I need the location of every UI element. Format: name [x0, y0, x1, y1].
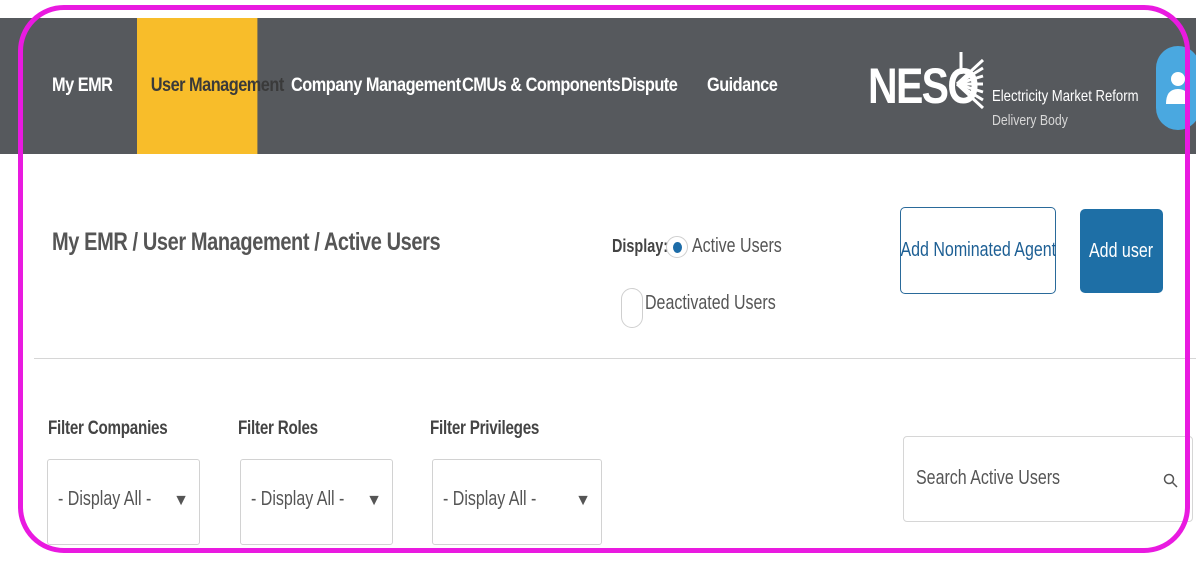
select-value: - Display All - [251, 488, 345, 510]
nav-item-user-management[interactable]: User Management [137, 18, 284, 154]
nav-item-guidance[interactable]: Guidance [707, 18, 778, 154]
search-icon[interactable] [1163, 473, 1178, 488]
brand-tagline-secondary: Delivery Body [992, 112, 1068, 129]
nav-item-my-emr[interactable]: My EMR [52, 18, 113, 154]
neso-logo-icon [955, 52, 985, 110]
top-navigation-bar: My EMR User Management Company Managemen… [0, 18, 1196, 154]
add-user-button[interactable]: Add user [1080, 209, 1163, 293]
display-filter-label: Display: [612, 236, 669, 256]
section-divider [34, 358, 1196, 359]
nav-item-company-management[interactable]: Company Management [291, 18, 461, 154]
select-value: - Display All - [58, 488, 152, 510]
caret-down-icon: ▼ [366, 492, 382, 509]
filter-roles-label: Filter Roles [238, 418, 318, 439]
user-avatar-icon [1166, 72, 1190, 104]
select-value: - Display All - [443, 488, 537, 510]
caret-down-icon: ▼ [173, 492, 189, 509]
brand-tagline-primary: Electricity Market Reform [992, 88, 1139, 105]
add-nominated-agent-button[interactable]: Add Nominated Agent [900, 207, 1056, 294]
search-placeholder: Search Active Users [916, 467, 1061, 489]
filter-companies-select[interactable]: - Display All - ▼ [47, 459, 200, 545]
filter-roles-select[interactable]: - Display All - ▼ [240, 459, 393, 545]
search-active-users-input[interactable]: Search Active Users [903, 436, 1193, 522]
breadcrumb: My EMR / User Management / Active Users [52, 228, 441, 256]
radio-active-users[interactable] [666, 236, 688, 258]
filter-companies-label: Filter Companies [48, 418, 168, 439]
filter-privileges-label: Filter Privileges [430, 418, 540, 439]
radio-deactivated-users[interactable] [621, 288, 643, 328]
user-avatar-button[interactable] [1156, 46, 1196, 130]
filter-privileges-select[interactable]: - Display All - ▼ [432, 459, 602, 545]
nav-item-dispute[interactable]: Dispute [621, 18, 678, 154]
radio-label-deactivated-users[interactable]: Deactivated Users [645, 292, 776, 315]
nav-item-cmus-components[interactable]: CMUs & Components [462, 18, 621, 154]
caret-down-icon: ▼ [575, 492, 591, 509]
radio-label-active-users[interactable]: Active Users [692, 235, 782, 258]
